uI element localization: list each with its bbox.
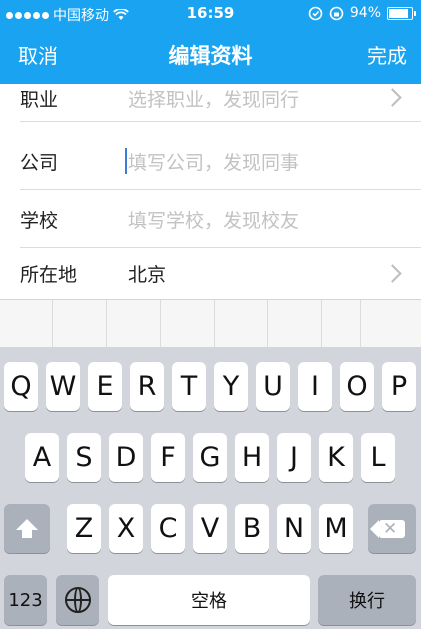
key-e[interactable]: E [88, 362, 122, 411]
battery-percent: 94% [349, 5, 381, 21]
key-b[interactable]: B [235, 504, 269, 553]
candidate-cell[interactable] [53, 300, 107, 347]
sync-icon [308, 6, 323, 20]
key-f[interactable]: F [151, 433, 185, 482]
text-cursor [125, 148, 127, 174]
key-k[interactable]: K [319, 433, 353, 482]
rotation-lock-icon [329, 6, 344, 20]
done-button[interactable]: 完成 [367, 40, 407, 69]
company-input[interactable]: 填写公司，发现同事 [128, 132, 299, 190]
chevron-right-icon [383, 263, 402, 283]
top-bar: 中国移动 16:59 94% 取消 编辑资料 完成 [0, 0, 421, 84]
page-title: 编辑资料 [168, 44, 253, 68]
school-row[interactable]: 学校 填写学校，发现校友 [0, 190, 421, 248]
school-label: 学校 [20, 209, 59, 232]
globe-icon [64, 587, 91, 613]
backspace-key[interactable]: ✕ [368, 504, 416, 553]
company-label: 公司 [20, 151, 59, 174]
school-input[interactable]: 填写学校，发现校友 [128, 190, 299, 248]
occupation-label: 职业 [20, 88, 59, 111]
key-o[interactable]: O [340, 362, 374, 411]
key-w[interactable]: W [46, 362, 80, 411]
key-l[interactable]: L [361, 433, 395, 482]
key-p[interactable]: P [382, 362, 416, 411]
space-key[interactable]: 空格 [108, 575, 310, 625]
shift-key[interactable] [4, 504, 50, 553]
key-g[interactable]: G [193, 433, 227, 482]
occupation-row[interactable]: 职业 选择职业，发现同行 [0, 74, 421, 122]
status-bar: 中国移动 16:59 94% [0, 0, 421, 28]
globe-key[interactable] [56, 575, 99, 625]
keyboard: Q W E R T Y U I O P A S D F G H J K L Z … [0, 347, 421, 629]
key-x[interactable]: X [109, 504, 143, 553]
location-label: 所在地 [20, 264, 78, 286]
occupation-placeholder: 选择职业，发现同行 [128, 88, 300, 111]
numbers-key[interactable]: 123 [4, 575, 47, 625]
key-n[interactable]: N [277, 504, 311, 553]
location-value: 北京 [128, 264, 167, 286]
key-m[interactable]: M [319, 504, 353, 553]
key-j[interactable]: J [277, 433, 311, 482]
candidate-cell[interactable] [161, 300, 215, 347]
key-i[interactable]: I [298, 362, 332, 411]
key-r[interactable]: R [130, 362, 164, 411]
key-y[interactable]: Y [214, 362, 248, 411]
battery-icon [387, 6, 416, 20]
candidate-bar [0, 299, 421, 348]
return-key[interactable]: 换行 [318, 575, 416, 625]
key-s[interactable]: S [67, 433, 101, 482]
chevron-right-icon [383, 88, 402, 107]
key-t[interactable]: T [172, 362, 206, 411]
shift-icon [16, 519, 38, 538]
candidate-cell[interactable] [0, 300, 53, 347]
key-v[interactable]: V [193, 504, 227, 553]
key-h[interactable]: H [235, 433, 269, 482]
candidate-cell[interactable] [322, 300, 361, 347]
key-a[interactable]: A [25, 433, 59, 482]
company-row[interactable]: 公司 填写公司，发现同事 [0, 132, 421, 190]
candidate-cell[interactable] [268, 300, 322, 347]
key-z[interactable]: Z [67, 504, 101, 553]
key-c[interactable]: C [151, 504, 185, 553]
key-u[interactable]: U [256, 362, 290, 411]
key-d[interactable]: D [109, 433, 143, 482]
backspace-icon: ✕ [370, 519, 405, 539]
candidate-cell[interactable] [107, 300, 161, 347]
candidate-cell[interactable] [215, 300, 268, 347]
key-q[interactable]: Q [4, 362, 38, 411]
location-row[interactable]: 所在地 北京 [0, 248, 421, 299]
